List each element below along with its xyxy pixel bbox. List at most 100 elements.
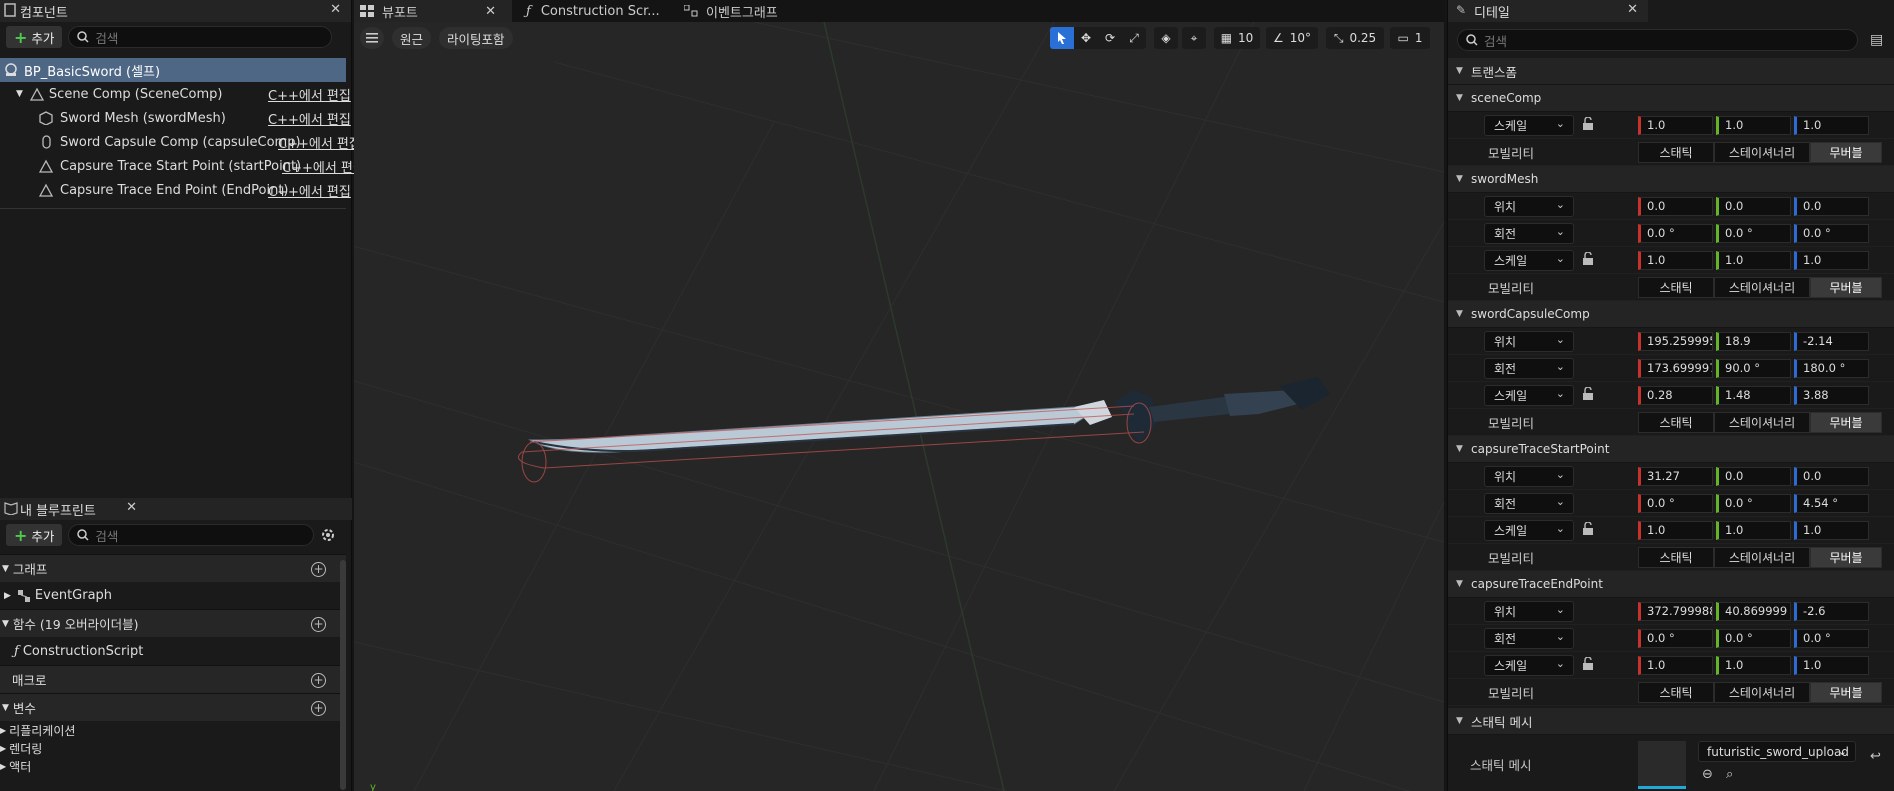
tree-item-startpoint[interactable]: Capsure Trace Start Point (startPoint) C… <box>0 154 365 178</box>
location-dropdown[interactable]: 위치 ⌄ <box>1484 330 1574 352</box>
component-section-header[interactable]: ▼ swordCapsuleComp <box>1448 301 1894 328</box>
viewport-scene[interactable]: y <box>354 22 1444 791</box>
translate-mode-button[interactable]: ✥ <box>1074 27 1098 49</box>
tree-item-swordmesh[interactable]: Sword Mesh (swordMesh) C++에서 편집 <box>0 106 351 130</box>
scale-dropdown[interactable]: 스케일 ⌄ <box>1484 249 1574 271</box>
location-x-input[interactable]: 195.259995 <box>1638 331 1713 351</box>
add-circle-icon[interactable]: + <box>311 562 326 577</box>
tree-item-capsulecomp[interactable]: Sword Capsule Comp (capsuleComp) C++에서 편… <box>0 130 361 154</box>
mobility-static-button[interactable]: 스태틱 <box>1638 681 1714 703</box>
rotation-dropdown[interactable]: 회전 ⌄ <box>1484 222 1574 244</box>
components-tab[interactable]: 컴포넌트 ✕ <box>0 0 351 22</box>
location-z-input[interactable]: -2.14 <box>1794 331 1869 351</box>
lit-mode-button[interactable]: 라이팅포함 <box>439 27 513 49</box>
mobility-movable-button[interactable]: 무버블 <box>1810 411 1882 433</box>
static-mesh-dropdown[interactable]: futuristic_sword_upload ⌄ <box>1698 741 1856 762</box>
list-item-constructionscript[interactable]: ƒ ConstructionScript <box>0 637 346 665</box>
mesh-thumbnail[interactable] <box>1638 741 1686 789</box>
scale-y-input[interactable]: 1.0 <box>1716 115 1791 135</box>
section-graph[interactable]: ▼ 그래프 + <box>0 554 346 582</box>
scale-z-input[interactable]: 1.0 <box>1794 520 1869 540</box>
tab-event-graph[interactable]: 이벤트그래프 <box>684 0 778 22</box>
rotation-x-input[interactable]: 0.0 ° <box>1638 223 1713 243</box>
rotation-dropdown[interactable]: 회전 ⌄ <box>1484 492 1574 514</box>
camera-speed-button[interactable]: ▭ 1 <box>1390 27 1430 49</box>
list-item-replication[interactable]: ▶ 리플리케이션 <box>0 721 346 739</box>
component-section-header[interactable]: ▼ swordMesh <box>1448 166 1894 193</box>
grid-snap-button[interactable]: ▦ 10 <box>1214 27 1260 49</box>
close-icon[interactable]: ✕ <box>330 2 341 17</box>
scale-mode-button[interactable]: ⤢ <box>1122 27 1146 49</box>
mobility-movable-button[interactable]: 무버블 <box>1810 546 1882 568</box>
add-circle-icon[interactable]: + <box>311 701 326 716</box>
rotation-y-input[interactable]: 0.0 ° <box>1716 223 1791 243</box>
details-search-input[interactable]: 검색 <box>1457 29 1858 51</box>
section-macro[interactable]: 매크로 + <box>0 665 346 693</box>
location-x-input[interactable]: 0.0 <box>1638 196 1713 216</box>
scale-x-input[interactable]: 1.0 <box>1638 655 1713 675</box>
edit-in-cpp-link[interactable]: C++에서 편집 <box>268 109 351 128</box>
mobility-stationary-button[interactable]: 스테이셔너리 <box>1714 141 1810 163</box>
add-component-button[interactable]: + 추가 <box>6 26 63 48</box>
add-circle-icon[interactable]: + <box>311 617 326 632</box>
my-blueprint-tab[interactable]: 내 블루프린트 ✕ <box>0 498 352 520</box>
location-z-input[interactable]: -2.6 <box>1794 601 1869 621</box>
transform-section-header[interactable]: ▼ 트랜스폼 <box>1448 58 1894 85</box>
scale-x-input[interactable]: 1.0 <box>1638 115 1713 135</box>
components-search-input[interactable]: 검색 <box>68 26 333 48</box>
details-tab[interactable]: ✎ 디테일 ✕ <box>1448 0 1648 22</box>
tree-item-scenecomp[interactable]: ▼ Scene Comp (SceneComp) C++에서 편집 <box>0 82 351 106</box>
find-in-browser-icon[interactable]: ⌕ <box>1726 767 1733 782</box>
tab-construction-script[interactable]: ƒ Construction Scr... <box>526 0 660 22</box>
lock-icon[interactable] <box>1582 656 1596 673</box>
select-mode-button[interactable] <box>1050 27 1074 49</box>
location-dropdown[interactable]: 위치 ⌄ <box>1484 465 1574 487</box>
list-item-actor[interactable]: ▶ 액터 <box>0 757 346 775</box>
scale-y-input[interactable]: 1.0 <box>1716 655 1791 675</box>
rotation-y-input[interactable]: 90.0 ° <box>1716 358 1791 378</box>
close-icon[interactable]: ✕ <box>485 4 496 19</box>
mobility-stationary-button[interactable]: 스테이셔너리 <box>1714 276 1810 298</box>
location-z-input[interactable]: 0.0 <box>1794 196 1869 216</box>
scale-dropdown[interactable]: 스케일 ⌄ <box>1484 654 1574 676</box>
rotation-y-input[interactable]: 0.0 ° <box>1716 628 1791 648</box>
scale-y-input[interactable]: 1.0 <box>1716 250 1791 270</box>
browse-icon[interactable]: ⊖ <box>1702 767 1713 782</box>
scale-snap-button[interactable]: ⤡ 0.25 <box>1326 27 1384 49</box>
rotation-x-input[interactable]: 0.0 ° <box>1638 493 1713 513</box>
rotation-z-input[interactable]: 180.0 ° <box>1794 358 1869 378</box>
rotation-snap-button[interactable]: ∠ 10° <box>1266 27 1318 49</box>
mobility-static-button[interactable]: 스태틱 <box>1638 141 1714 163</box>
perspective-button[interactable]: 원근 <box>392 27 432 49</box>
tree-item-root[interactable]: BP_BasicSword (셀프) <box>0 58 346 82</box>
table-view-icon[interactable]: ▤ <box>1870 32 1883 48</box>
rotate-mode-button[interactable]: ⟳ <box>1098 27 1122 49</box>
list-item-eventgraph[interactable]: ▶ EventGraph <box>0 582 346 609</box>
rotation-z-input[interactable]: 0.0 ° <box>1794 223 1869 243</box>
component-section-header[interactable]: ▼ capsureTraceEndPoint <box>1448 571 1894 598</box>
edit-in-cpp-link[interactable]: C++에서 편집 <box>268 85 351 104</box>
scale-dropdown[interactable]: 스케일 ⌄ <box>1484 519 1574 541</box>
mobility-stationary-button[interactable]: 스테이셔너리 <box>1714 546 1810 568</box>
close-icon[interactable]: ✕ <box>126 500 137 515</box>
mobility-movable-button[interactable]: 무버블 <box>1810 276 1882 298</box>
rotation-z-input[interactable]: 4.54 ° <box>1794 493 1869 513</box>
scale-dropdown[interactable]: 스케일 ⌄ <box>1484 384 1574 406</box>
mobility-movable-button[interactable]: 무버블 <box>1810 141 1882 163</box>
location-y-input[interactable]: 0.0 <box>1716 196 1791 216</box>
location-y-input[interactable]: 18.9 <box>1716 331 1791 351</box>
edit-in-cpp-link[interactable]: C++에서 편집 <box>268 181 351 200</box>
component-section-header[interactable]: ▼ capsureTraceStartPoint <box>1448 436 1894 463</box>
location-y-input[interactable]: 40.869999 <box>1716 601 1791 621</box>
mobility-stationary-button[interactable]: 스테이셔너리 <box>1714 411 1810 433</box>
location-x-input[interactable]: 372.799988 <box>1638 601 1713 621</box>
rotation-x-input[interactable]: 0.0 ° <box>1638 628 1713 648</box>
location-dropdown[interactable]: 위치 ⌄ <box>1484 195 1574 217</box>
scale-z-input[interactable]: 1.0 <box>1794 250 1869 270</box>
lock-icon[interactable] <box>1582 521 1596 538</box>
scale-x-input[interactable]: 1.0 <box>1638 520 1713 540</box>
mobility-stationary-button[interactable]: 스테이셔너리 <box>1714 681 1810 703</box>
scrollbar[interactable] <box>340 560 346 790</box>
reset-arrow-icon[interactable]: ↩ <box>1870 749 1881 764</box>
lock-icon[interactable] <box>1582 116 1596 133</box>
